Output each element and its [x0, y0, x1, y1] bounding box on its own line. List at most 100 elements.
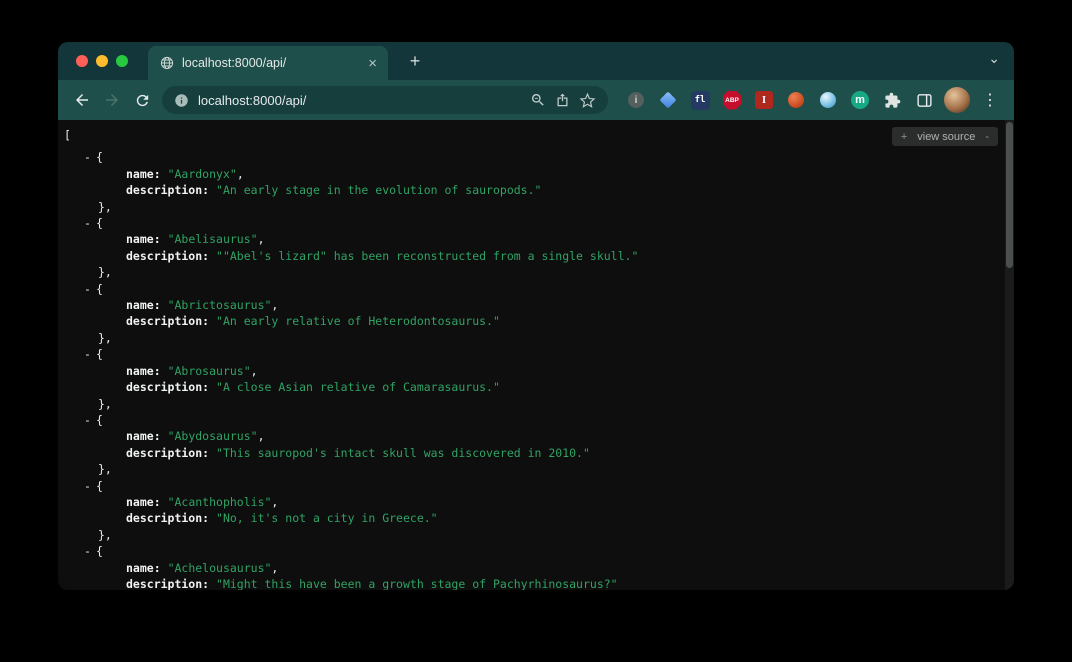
collapse-toggle[interactable]: -	[84, 543, 91, 559]
extension-orange-dot-icon[interactable]	[782, 86, 810, 114]
scrollbar-thumb[interactable]	[1006, 122, 1013, 268]
address-bar[interactable]: localhost:8000/api/	[162, 86, 608, 114]
json-entry: -{name: "Abrosaurus",description: "A clo…	[64, 346, 1014, 412]
entry-open-line: -{	[64, 281, 1014, 297]
entry-close-line: },	[64, 330, 1014, 346]
json-value-description: "This sauropod's intact skull was discov…	[216, 446, 590, 460]
open-brace: {	[96, 282, 103, 296]
profile-avatar[interactable]	[944, 87, 970, 113]
json-entry: -{name: "Acanthopholis",description: "No…	[64, 478, 1014, 544]
entry-close-line: },	[64, 527, 1014, 543]
json-key-description: description:	[126, 511, 209, 525]
json-value-description: "Might this have been a growth stage of …	[216, 577, 618, 590]
browser-window: localhost:8000/api/ × + ⌄ localhost:8000…	[58, 42, 1014, 590]
extension-m-circle-icon[interactable]: m	[846, 86, 874, 114]
page-content: + view source - [ -{name: "Aardonyx",des…	[58, 120, 1014, 590]
collapse-toggle[interactable]: -	[84, 281, 91, 297]
json-key-description: description:	[126, 446, 209, 460]
fl-glyph: fl	[691, 91, 710, 110]
entry-description-line: description: "An early relative of Heter…	[64, 313, 1014, 329]
collapse-toggle[interactable]: -	[84, 412, 91, 428]
extension-diamond-icon[interactable]	[654, 86, 682, 114]
json-key-name: name:	[126, 298, 161, 312]
collapse-all-button[interactable]: -	[985, 131, 989, 143]
share-icon[interactable]	[555, 92, 570, 108]
extensions-puzzle-icon[interactable]	[878, 86, 906, 114]
entry-open-line: -{	[64, 543, 1014, 559]
extension-fl-icon[interactable]: fl	[686, 86, 714, 114]
json-key-description: description:	[126, 183, 209, 197]
collapse-toggle[interactable]: -	[84, 149, 91, 165]
json-key-name: name:	[126, 561, 161, 575]
bookmark-star-icon[interactable]	[579, 92, 596, 109]
zoom-window-button[interactable]	[116, 55, 128, 67]
collapse-toggle[interactable]: -	[84, 346, 91, 362]
view-source-button[interactable]: view source	[917, 131, 975, 143]
open-brace: {	[96, 347, 103, 361]
json-key-name: name:	[126, 167, 161, 181]
entry-name-line: name: "Abrictosaurus",	[64, 297, 1014, 313]
tab-close-icon[interactable]: ×	[365, 56, 380, 71]
entry-description-line: description: "Might this have been a gro…	[64, 576, 1014, 590]
json-value-description: "A close Asian relative of Camarasaurus.…	[216, 380, 500, 394]
json-value-name: "Abydosaurus"	[168, 429, 258, 443]
entry-description-line: description: "No, it's not a city in Gre…	[64, 510, 1014, 526]
open-brace: {	[96, 544, 103, 558]
json-value-description: "An early stage in the evolution of saur…	[216, 183, 541, 197]
globe-icon	[160, 56, 174, 70]
json-entry: -{name: "Abydosaurus", description: "This…	[64, 412, 1014, 478]
json-viewer: [ -{name: "Aardonyx",description: "An ea…	[58, 120, 1014, 590]
entry-name-line: name: "Abelisaurus",	[64, 231, 1014, 247]
tab-search-chevron-icon[interactable]: ⌄	[988, 50, 1000, 67]
extension-info-icon[interactable]: i	[622, 86, 650, 114]
expand-all-button[interactable]: +	[901, 131, 907, 143]
collapse-toggle[interactable]: -	[84, 478, 91, 494]
entry-open-line: -{	[64, 215, 1014, 231]
back-button[interactable]	[68, 86, 96, 114]
m-glyph: m	[851, 91, 869, 109]
entry-name-line: name: "Acanthopholis",	[64, 494, 1014, 510]
entry-description-line: description: "A close Asian relative of …	[64, 379, 1014, 395]
page-scrollbar[interactable]	[1005, 120, 1014, 590]
titlebar: localhost:8000/api/ × + ⌄	[58, 42, 1014, 80]
entry-open-line: -{	[64, 478, 1014, 494]
open-brace: {	[96, 216, 103, 230]
entry-open-line: -{	[64, 149, 1014, 165]
site-info-icon[interactable]	[174, 93, 189, 108]
zoom-out-icon[interactable]	[530, 92, 546, 108]
json-value-name: "Achelousaurus"	[168, 561, 272, 575]
browser-menu-button[interactable]: ⋮	[976, 86, 1004, 114]
entry-description-line: description: ""Abel's lizard" has been r…	[64, 248, 1014, 264]
tab-localhost[interactable]: localhost:8000/api/ ×	[148, 46, 388, 80]
sidebar-panel-icon[interactable]	[910, 86, 938, 114]
entry-close-line: },	[64, 264, 1014, 280]
open-brace: {	[96, 413, 103, 427]
json-key-description: description:	[126, 249, 209, 263]
forward-button[interactable]	[98, 86, 126, 114]
entry-description-line: description: "An early stage in the evol…	[64, 182, 1014, 198]
new-tab-button[interactable]: +	[404, 51, 426, 72]
extension-adblock-plus-icon[interactable]: ABP	[718, 86, 746, 114]
json-value-name: "Acanthopholis"	[168, 495, 272, 509]
json-key-name: name:	[126, 232, 161, 246]
entry-name-line: name: "Abydosaurus",	[64, 428, 1014, 444]
entry-open-line: -{	[64, 346, 1014, 362]
entry-name-line: name: "Achelousaurus",	[64, 560, 1014, 576]
extension-i-badge-icon[interactable]: I	[750, 86, 778, 114]
collapse-toggle[interactable]: -	[84, 215, 91, 231]
entry-close-line: },	[64, 396, 1014, 412]
json-value-name: "Aardonyx"	[168, 167, 237, 181]
extension-blue-sphere-icon[interactable]	[814, 86, 842, 114]
i-glyph: I	[755, 91, 773, 109]
extensions-row: i fl ABP I m	[622, 86, 1004, 114]
json-value-description: ""Abel's lizard" has been reconstructed …	[216, 249, 638, 263]
json-value-description: "No, it's not a city in Greece."	[216, 511, 438, 525]
info-glyph: i	[628, 92, 644, 108]
close-window-button[interactable]	[76, 55, 88, 67]
json-key-name: name:	[126, 429, 161, 443]
url-text[interactable]: localhost:8000/api/	[198, 93, 521, 108]
json-entry: -{name: "Achelousaurus",description: "Mi…	[64, 543, 1014, 590]
array-open-bracket: [	[64, 127, 1014, 143]
minimize-window-button[interactable]	[96, 55, 108, 67]
reload-button[interactable]	[128, 86, 156, 114]
